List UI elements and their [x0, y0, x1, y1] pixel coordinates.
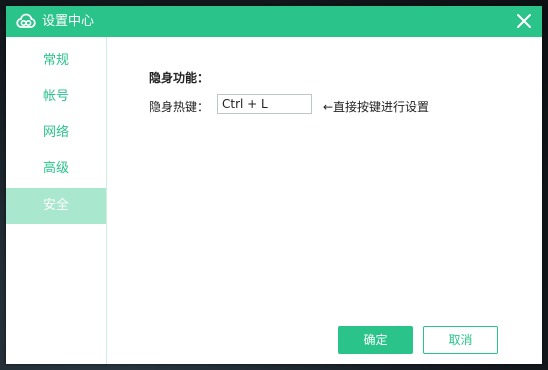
window-title: 设置中心	[42, 14, 95, 29]
sidebar-item-label: 常规	[43, 53, 70, 68]
close-icon[interactable]	[514, 11, 534, 31]
sidebar-item-advanced[interactable]: 高级	[6, 151, 106, 187]
section-title: 隐身功能：	[149, 71, 210, 85]
hotkey-label: 隐身热键：	[149, 100, 210, 114]
sidebar-item-network[interactable]: 网络	[6, 115, 106, 151]
security-settings-panel: 隐身功能： 隐身热键： ←直接按键进行设置 确定 取消	[107, 37, 542, 364]
sidebar-item-label: 高级	[43, 161, 70, 176]
hotkey-input[interactable]	[217, 94, 312, 114]
sidebar-item-label: 安全	[43, 198, 70, 213]
sidebar-item-security[interactable]: 安全	[6, 188, 106, 224]
sidebar-item-label: 网络	[43, 125, 70, 140]
sidebar-item-account[interactable]: 帐号	[6, 79, 106, 115]
sidebar-item-label: 帐号	[43, 89, 70, 104]
hotkey-hint: ←直接按键进行设置	[323, 100, 430, 114]
cloud-logo-icon	[16, 13, 36, 28]
ok-button[interactable]: 确定	[338, 326, 413, 354]
sidebar-item-general[interactable]: 常规	[6, 43, 106, 79]
settings-dialog: 设置中心 常规 帐号 网络 高级 安全 隐身功能： 隐身热键： ←直接按键进行设…	[6, 6, 542, 364]
settings-sidebar: 常规 帐号 网络 高级 安全	[6, 37, 107, 364]
title-bar[interactable]: 设置中心	[6, 6, 542, 37]
cancel-button[interactable]: 取消	[423, 326, 498, 354]
